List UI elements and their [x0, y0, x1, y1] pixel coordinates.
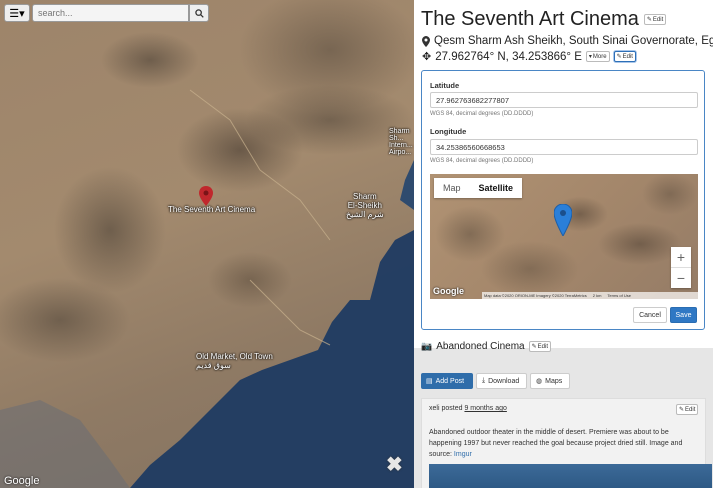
more-button[interactable]: ▾ More	[585, 51, 610, 62]
terms-link[interactable]: Terms of Use	[607, 293, 631, 298]
longitude-help: WGS 84, decimal degrees (DD.DDDD)	[430, 158, 534, 164]
page-title: The Seventh Art Cinema	[421, 8, 639, 30]
secondary-title: Abandoned Cinema	[436, 341, 525, 352]
cancel-button[interactable]: Cancel	[633, 307, 667, 323]
search-button[interactable]	[189, 4, 209, 22]
secondary-edit-button[interactable]: ✎ Edit	[528, 341, 551, 352]
post-verb: posted	[441, 405, 463, 412]
comment-icon: ▤	[426, 378, 433, 385]
longitude-input[interactable]	[430, 139, 698, 155]
latitude-help: WGS 84, decimal degrees (DD.DDDD)	[430, 111, 534, 117]
map-marker-icon	[422, 35, 430, 47]
secondary-title-row: 📷 Abandoned Cinema ✎ Edit	[421, 341, 551, 352]
edit-label: Edit	[685, 406, 696, 413]
map-attribution: Map data ©2020 ORION-ME Imagery ©2020 Te…	[482, 292, 698, 299]
pencil-icon: ✎	[531, 344, 537, 350]
add-post-button[interactable]: ▤ Add Post	[421, 373, 473, 389]
post-edit-button[interactable]: ✎ Edit	[676, 404, 699, 415]
post-author[interactable]: xeli	[429, 405, 440, 412]
pencil-icon: ✎	[679, 407, 685, 413]
airport-label: Sharm Sh... Intern... Airpo...	[389, 128, 413, 156]
save-button[interactable]: Save	[670, 307, 697, 323]
zoom-in-button[interactable]: +	[671, 247, 691, 267]
source-link[interactable]: Imgur	[454, 451, 472, 458]
google-logo: Google	[4, 475, 40, 487]
address-text: Qesm Sharm Ash Sheikh, South Sinai Gover…	[434, 35, 713, 47]
title-row: The Seventh Art Cinema ✎ Edit	[421, 8, 667, 31]
draggable-marker-icon[interactable]	[554, 204, 572, 236]
old-market-label: Old Market, Old Town سوق قديم	[196, 352, 273, 370]
layers-menu-button[interactable]: ☰▾	[4, 4, 30, 22]
download-label: Download	[488, 377, 520, 385]
close-icon[interactable]: ✖	[386, 452, 403, 477]
search-icon	[194, 8, 204, 18]
chevron-down-icon: ▾	[588, 54, 592, 60]
maps-button[interactable]: ◍ Maps	[530, 373, 570, 389]
crosshair-icon: ✥	[422, 51, 432, 63]
globe-icon: ◍	[536, 378, 543, 385]
camera-icon: 📷	[421, 341, 433, 351]
add-post-label: Add Post	[435, 377, 465, 385]
edit-label: Edit	[537, 343, 548, 350]
post-image[interactable]	[429, 464, 712, 488]
scale-text: 2 km	[592, 293, 602, 298]
marker-label: The Seventh Art Cinema	[168, 205, 256, 214]
download-icon: ⤓	[482, 377, 486, 384]
map-type-map-button[interactable]: Map	[434, 178, 470, 198]
longitude-label: Longitude	[430, 127, 467, 136]
more-label: More	[592, 53, 607, 60]
attribution-text: Map data ©2020 ORION-ME Imagery ©2020 Te…	[484, 293, 587, 298]
location-picker-map[interactable]: Map Satellite + − Google Map data ©2020 …	[430, 174, 698, 299]
edit-label: Edit	[622, 53, 633, 60]
post-body: Abandoned outdoor theater in the middle …	[429, 427, 699, 460]
maps-label: Maps	[545, 377, 563, 385]
pencil-icon: ✎	[616, 54, 622, 60]
latitude-input[interactable]	[430, 92, 698, 108]
coordinates-form: Latitude WGS 84, decimal degrees (DD.DDD…	[421, 70, 705, 330]
title-edit-button[interactable]: ✎ Edit	[643, 14, 667, 25]
post-card: xeli posted 9 months ago ✎ Edit Abandone…	[421, 398, 712, 488]
map-toolbar: ☰▾	[4, 4, 209, 22]
latitude-label: Latitude	[430, 81, 460, 90]
place-panel: The Seventh Art Cinema ✎ Edit Qesm Sharm…	[414, 0, 713, 488]
pencil-icon: ✎	[646, 17, 652, 23]
search-input[interactable]	[32, 4, 189, 22]
city-label: Sharm El-Sheikh شرم الشيخ	[346, 192, 384, 219]
coordinates-text: 27.962764° N, 34.253866° E	[435, 50, 582, 63]
coordinates-edit-button[interactable]: ✎ Edit	[613, 51, 636, 62]
zoom-out-button[interactable]: −	[671, 268, 691, 288]
coordinates-row: ✥ 27.962764° N, 34.253866° E ▾ More ✎ Ed…	[422, 50, 636, 63]
google-logo: Google	[433, 286, 464, 296]
map-type-satellite-button[interactable]: Satellite	[470, 178, 523, 198]
place-marker-icon[interactable]	[199, 186, 213, 206]
post-time-link[interactable]: 9 months ago	[464, 405, 506, 412]
map-type-switch: Map Satellite	[434, 178, 523, 198]
address-row: Qesm Sharm Ash Sheikh, South Sinai Gover…	[422, 35, 713, 47]
download-button[interactable]: ⤓ Download	[476, 373, 527, 389]
zoom-controls: + −	[671, 247, 691, 288]
list-icon: ☰▾	[9, 7, 25, 20]
edit-label: Edit	[652, 16, 664, 23]
post-header: xeli posted 9 months ago	[429, 405, 507, 412]
